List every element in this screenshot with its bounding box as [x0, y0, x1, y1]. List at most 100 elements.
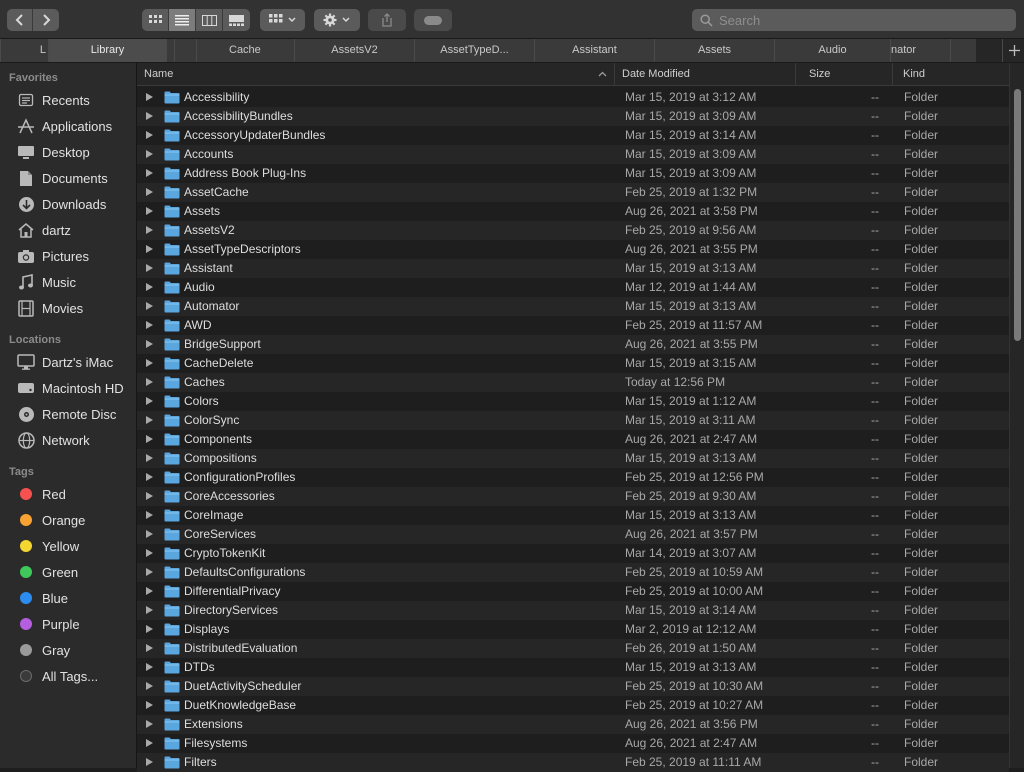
- group-by-dropdown[interactable]: [260, 9, 305, 31]
- gallery-view-button[interactable]: [223, 9, 250, 31]
- disclosure-triangle-icon[interactable]: [146, 568, 153, 576]
- disclosure-triangle-icon[interactable]: [146, 682, 153, 690]
- sidebar-item-recents[interactable]: Recents: [0, 88, 136, 112]
- disclosure-triangle-icon[interactable]: [146, 150, 153, 158]
- sidebar-item-pictures[interactable]: Pictures: [0, 244, 136, 268]
- sidebar-item-tag-gray[interactable]: Gray: [0, 638, 136, 662]
- disclosure-triangle-icon[interactable]: [146, 530, 153, 538]
- sidebar-item-tag-orange[interactable]: Orange: [0, 508, 136, 532]
- tab-assistant[interactable]: Assistant: [534, 39, 654, 62]
- disclosure-triangle-icon[interactable]: [146, 321, 153, 329]
- tab-assets[interactable]: Assets: [654, 39, 774, 62]
- edit-tags-button[interactable]: [414, 9, 452, 31]
- sidebar-item-tag-blue[interactable]: Blue: [0, 586, 136, 610]
- sidebar-item-downloads[interactable]: Downloads: [0, 192, 136, 216]
- disclosure-triangle-icon[interactable]: [146, 207, 153, 215]
- table-row[interactable]: AssetCache Feb 25, 2019 at 1:32 PM -- Folde…: [137, 183, 1009, 202]
- table-row[interactable]: Compositions Mar 15, 2019 at 3:13 AM -- Fol…: [137, 449, 1009, 468]
- sidebar-item-tag-yellow[interactable]: Yellow: [0, 534, 136, 558]
- table-row[interactable]: AccessibilityBundles Mar 15, 2019 at 3:09…: [137, 107, 1009, 126]
- sidebar-item-movies[interactable]: Movies: [0, 296, 136, 320]
- sidebar-item-desktop[interactable]: Desktop: [0, 140, 136, 164]
- disclosure-triangle-icon[interactable]: [146, 131, 153, 139]
- table-row[interactable]: ColorSync Mar 15, 2019 at 3:11 AM -- Folder: [137, 411, 1009, 430]
- table-row[interactable]: DefaultsConfigurations Feb 25, 2019 at 10…: [137, 563, 1009, 582]
- vertical-scrollbar[interactable]: [1009, 63, 1024, 768]
- disclosure-triangle-icon[interactable]: [146, 169, 153, 177]
- table-row[interactable]: DuetKnowledgeBase Feb 25, 2019 at 10:27 A…: [137, 696, 1009, 715]
- table-row[interactable]: AssetTypeDescriptors Aug 26, 2021 at 3:55…: [137, 240, 1009, 259]
- tab-assetsv2[interactable]: AssetsV2: [294, 39, 414, 62]
- column-header-date-modified[interactable]: Date Modified: [615, 63, 796, 85]
- disclosure-triangle-icon[interactable]: [146, 93, 153, 101]
- disclosure-triangle-icon[interactable]: [146, 302, 153, 310]
- back-button[interactable]: [7, 9, 33, 31]
- disclosure-triangle-icon[interactable]: [146, 758, 153, 766]
- tab[interactable]: [166, 39, 174, 62]
- disclosure-triangle-icon[interactable]: [146, 416, 153, 424]
- table-row[interactable]: Caches Today at 12:56 PM -- Folder: [137, 373, 1009, 392]
- table-row[interactable]: CoreServices Aug 26, 2021 at 3:57 PM -- Fol…: [137, 525, 1009, 544]
- disclosure-triangle-icon[interactable]: [146, 663, 153, 671]
- disclosure-triangle-icon[interactable]: [146, 492, 153, 500]
- disclosure-triangle-icon[interactable]: [146, 454, 153, 462]
- table-row[interactable]: Extensions Aug 26, 2021 at 3:56 PM -- Folde…: [137, 715, 1009, 734]
- group-by-button[interactable]: [260, 9, 305, 31]
- table-row[interactable]: Accessibility Mar 15, 2019 at 3:12 AM -- Fo…: [137, 88, 1009, 107]
- disclosure-triangle-icon[interactable]: [146, 226, 153, 234]
- disclosure-triangle-icon[interactable]: [146, 473, 153, 481]
- disclosure-triangle-icon[interactable]: [146, 739, 153, 747]
- scrollbar-thumb[interactable]: [1014, 89, 1021, 341]
- table-row[interactable]: DTDs Mar 15, 2019 at 3:13 AM -- Folder: [137, 658, 1009, 677]
- table-row[interactable]: Automator Mar 15, 2019 at 3:13 AM -- Folder: [137, 297, 1009, 316]
- disclosure-triangle-icon[interactable]: [146, 245, 153, 253]
- column-header-kind[interactable]: Kind: [893, 63, 1009, 85]
- disclosure-triangle-icon[interactable]: [146, 549, 153, 557]
- sidebar-item-music[interactable]: Music: [0, 270, 136, 294]
- table-row[interactable]: AccessoryUpdaterBundles Mar 15, 2019 at 3…: [137, 126, 1009, 145]
- disclosure-triangle-icon[interactable]: [146, 720, 153, 728]
- disclosure-triangle-icon[interactable]: [146, 283, 153, 291]
- sidebar-item-home[interactable]: dartz: [0, 218, 136, 242]
- tab[interactable]: [950, 39, 976, 62]
- disclosure-triangle-icon[interactable]: [146, 644, 153, 652]
- disclosure-triangle-icon[interactable]: [146, 359, 153, 367]
- disclosure-triangle-icon[interactable]: [146, 188, 153, 196]
- disclosure-triangle-icon[interactable]: [146, 701, 153, 709]
- tab-assettyped[interactable]: AssetTypeD...: [414, 39, 534, 62]
- table-row[interactable]: DirectoryServices Mar 15, 2019 at 3:14 AM…: [137, 601, 1009, 620]
- new-tab-button[interactable]: [1002, 39, 1024, 62]
- icon-view-button[interactable]: [142, 9, 169, 31]
- disclosure-triangle-icon[interactable]: [146, 397, 153, 405]
- disclosure-triangle-icon[interactable]: [146, 606, 153, 614]
- search-field[interactable]: [692, 9, 1016, 31]
- disclosure-triangle-icon[interactable]: [146, 511, 153, 519]
- table-row[interactable]: Address Book Plug-Ins Mar 15, 2019 at 3:0…: [137, 164, 1009, 183]
- table-row[interactable]: Audio Mar 12, 2019 at 1:44 AM -- Folder: [137, 278, 1009, 297]
- sidebar-item-documents[interactable]: Documents: [0, 166, 136, 190]
- sidebar-item-all-tags[interactable]: All Tags...: [0, 664, 136, 688]
- table-row[interactable]: Components Aug 26, 2021 at 2:47 AM -- Folde…: [137, 430, 1009, 449]
- sidebar-item-tag-red[interactable]: Red: [0, 482, 136, 506]
- tab[interactable]: L: [0, 39, 48, 62]
- sidebar-item-remote-disc[interactable]: Remote Disc: [0, 402, 136, 426]
- tab[interactable]: [174, 39, 196, 62]
- table-row[interactable]: DuetActivityScheduler Feb 25, 2019 at 10:…: [137, 677, 1009, 696]
- table-row[interactable]: BridgeSupport Aug 26, 2021 at 3:55 PM -- Fo…: [137, 335, 1009, 354]
- disclosure-triangle-icon[interactable]: [146, 340, 153, 348]
- tab-automator[interactable]: nator: [890, 39, 950, 62]
- disclosure-triangle-icon[interactable]: [146, 264, 153, 272]
- disclosure-triangle-icon[interactable]: [146, 625, 153, 633]
- disclosure-triangle-icon[interactable]: [146, 378, 153, 386]
- table-row[interactable]: CoreAccessories Feb 25, 2019 at 9:30 AM --…: [137, 487, 1009, 506]
- table-row[interactable]: DifferentialPrivacy Feb 25, 2019 at 10:00…: [137, 582, 1009, 601]
- tab-audio[interactable]: Audio: [774, 39, 890, 62]
- table-row[interactable]: Filters Feb 25, 2019 at 11:11 AM -- Folder: [137, 753, 1009, 772]
- table-row[interactable]: CacheDelete Mar 15, 2019 at 3:15 AM -- Fold…: [137, 354, 1009, 373]
- table-row[interactable]: AWD Feb 25, 2019 at 11:57 AM -- Folder: [137, 316, 1009, 335]
- action-dropdown[interactable]: [314, 9, 360, 31]
- table-row[interactable]: Assistant Mar 15, 2019 at 3:13 AM -- Folder: [137, 259, 1009, 278]
- sidebar-item-network[interactable]: Network: [0, 428, 136, 452]
- disclosure-triangle-icon[interactable]: [146, 587, 153, 595]
- table-row[interactable]: AssetsV2 Feb 25, 2019 at 9:56 AM -- Folder: [137, 221, 1009, 240]
